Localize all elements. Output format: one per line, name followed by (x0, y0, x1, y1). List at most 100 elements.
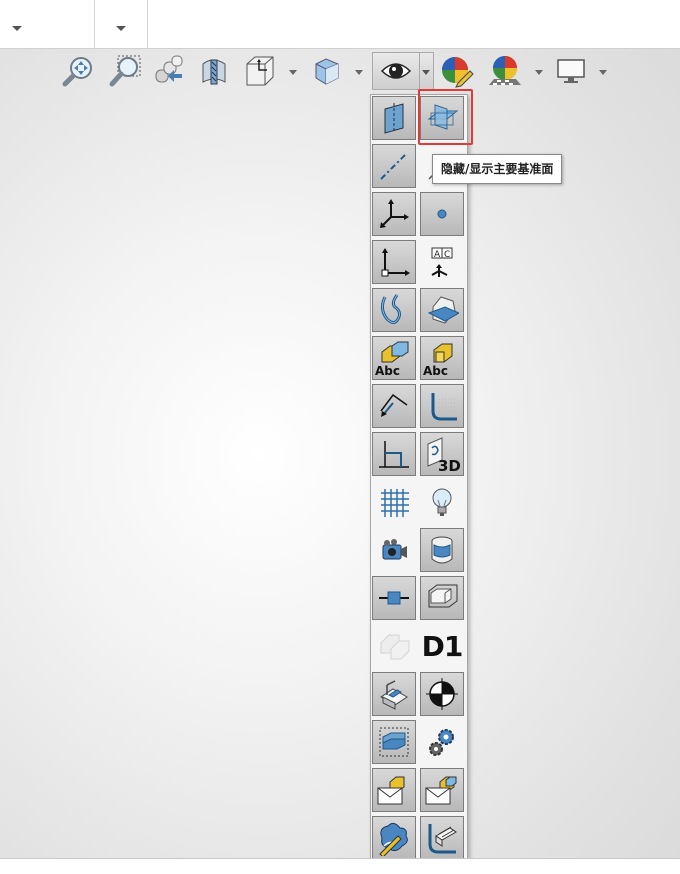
origin-icon (380, 199, 409, 228)
hide-show-sketch-relations-button[interactable] (372, 576, 416, 620)
decal-icon (431, 536, 453, 564)
eye-icon (380, 63, 412, 79)
3d-sketch-plane-icon: 3D (427, 437, 461, 474)
previous-view-icon (155, 55, 183, 83)
hide-show-weld-beads-button[interactable] (420, 384, 464, 428)
camera-icon (382, 539, 407, 560)
hide-show-grid-button[interactable] (372, 480, 416, 524)
dropdown-1-chevron-down-icon[interactable] (12, 26, 22, 31)
apply-scene-dropdown-chevron-down-icon[interactable] (535, 70, 543, 75)
edit-appearance-button[interactable] (437, 52, 475, 90)
hide-show-lights-button[interactable] (420, 480, 464, 524)
point-icon (437, 209, 447, 219)
annotation-view-c-label: C (444, 250, 450, 260)
bounding-box-icon (428, 584, 458, 608)
light-bulb-icon (432, 488, 452, 516)
hide-show-routing-points-button[interactable] (372, 624, 416, 668)
section-view-button[interactable] (195, 52, 233, 90)
hide-show-coordinate-systems-button[interactable] (372, 240, 416, 284)
routing-point-icon (380, 634, 410, 660)
hide-show-planes-button[interactable] (372, 96, 416, 140)
previous-view-button[interactable] (150, 52, 188, 90)
hide-show-feature-dimensions-button[interactable]: Abc (420, 336, 464, 380)
hide-show-curves-button[interactable] (372, 288, 416, 332)
view-orientation-dropdown-chevron-down-icon[interactable] (289, 70, 297, 75)
plane-icon (384, 103, 404, 134)
hide-show-origins-button[interactable] (372, 192, 416, 236)
zoom-to-area-icon (109, 55, 141, 87)
top-bar (0, 0, 680, 49)
envelope-icon (379, 727, 409, 757)
annotation-view-icon: A C (431, 247, 453, 277)
hide-show-items-dropdown[interactable] (420, 52, 434, 90)
markup-envelope-icon (377, 776, 405, 805)
weld-bead-icon (431, 393, 457, 421)
edit-appearance-icon (442, 57, 474, 88)
hide-show-sketch-markup-button[interactable] (372, 816, 416, 860)
hide-show-annotation-views-button[interactable]: A C (420, 240, 464, 284)
dimension-name-label: D1 (421, 629, 464, 663)
display-style-icon (315, 58, 339, 85)
center-of-mass-icon (426, 678, 458, 710)
hide-show-primary-planes-button[interactable] (420, 96, 464, 140)
view-orientation-icon (246, 56, 274, 86)
axis-icon (380, 152, 408, 180)
hide-show-reference-dimensions-button[interactable] (372, 384, 416, 428)
primary-planes-icon (427, 104, 459, 130)
view-settings-button[interactable] (552, 52, 590, 90)
section-view-icon (202, 59, 226, 85)
hide-show-points-button[interactable] (420, 192, 464, 236)
feature-abc-label: Abc (423, 364, 448, 378)
surface-markup-icon (428, 824, 457, 854)
status-bar (0, 858, 680, 874)
hide-show-envelopes-button[interactable] (372, 720, 416, 764)
hide-show-parting-lines-button[interactable] (420, 288, 464, 332)
apply-scene-icon (489, 56, 521, 85)
hide-show-dimension-names-button[interactable]: D1 (420, 624, 464, 668)
coordinate-system-icon (381, 248, 410, 277)
hide-show-axes-button[interactable] (372, 144, 416, 188)
zoom-to-area-button[interactable] (106, 52, 144, 90)
view-toolbar (0, 48, 680, 94)
sketch-icon (379, 441, 409, 468)
zoom-to-fit-icon (62, 57, 92, 87)
view-orientation-button[interactable] (241, 52, 279, 90)
dropdown-2-chevron-down-icon[interactable] (116, 26, 126, 31)
chevron-down-icon (422, 70, 430, 75)
apply-scene-button[interactable] (486, 52, 524, 90)
divider (94, 0, 95, 48)
hide-show-center-of-mass-button[interactable] (420, 672, 464, 716)
annotation-icon: Abc (375, 341, 409, 378)
reference-dimension-icon (380, 393, 408, 417)
hide-show-cameras-button[interactable] (372, 528, 416, 572)
grid-icon (381, 489, 409, 517)
hide-show-part-markup-button[interactable] (420, 768, 464, 812)
hide-show-bounding-box-button[interactable] (420, 576, 464, 620)
hide-show-3d-sketch-planes-button[interactable]: 3D (420, 432, 464, 476)
feature-dimension-icon: Abc (423, 343, 453, 378)
annotation-abc-label: Abc (375, 364, 400, 378)
sketch-relation-icon (379, 591, 409, 605)
display-style-button[interactable] (308, 52, 346, 90)
tooltip: 隐藏/显示主要基准面 (432, 154, 563, 184)
hide-show-annotations-button[interactable]: Abc (372, 336, 416, 380)
hide-show-markup-button[interactable] (372, 768, 416, 812)
hide-show-sketches-button[interactable] (372, 432, 416, 476)
parting-line-icon (427, 296, 459, 324)
hide-show-mate-references-button[interactable] (420, 720, 464, 764)
part-markup-envelope-icon (425, 776, 457, 805)
annotation-view-a-label: A (434, 250, 441, 260)
view-settings-dropdown-chevron-down-icon[interactable] (599, 70, 607, 75)
hide-show-surface-markup-button[interactable] (420, 816, 464, 860)
divider (147, 0, 148, 48)
gears-icon (429, 729, 454, 756)
hide-show-decals-button[interactable] (420, 528, 464, 572)
hide-show-items-button[interactable] (372, 52, 420, 90)
zoom-to-fit-button[interactable] (59, 52, 97, 90)
curve-icon (380, 294, 401, 324)
sketch-markup-icon (379, 822, 408, 856)
3d-label: 3D (438, 457, 461, 474)
display-style-dropdown-chevron-down-icon[interactable] (355, 70, 363, 75)
hide-show-weldments-button[interactable] (372, 672, 416, 716)
weldment-icon (380, 680, 408, 710)
